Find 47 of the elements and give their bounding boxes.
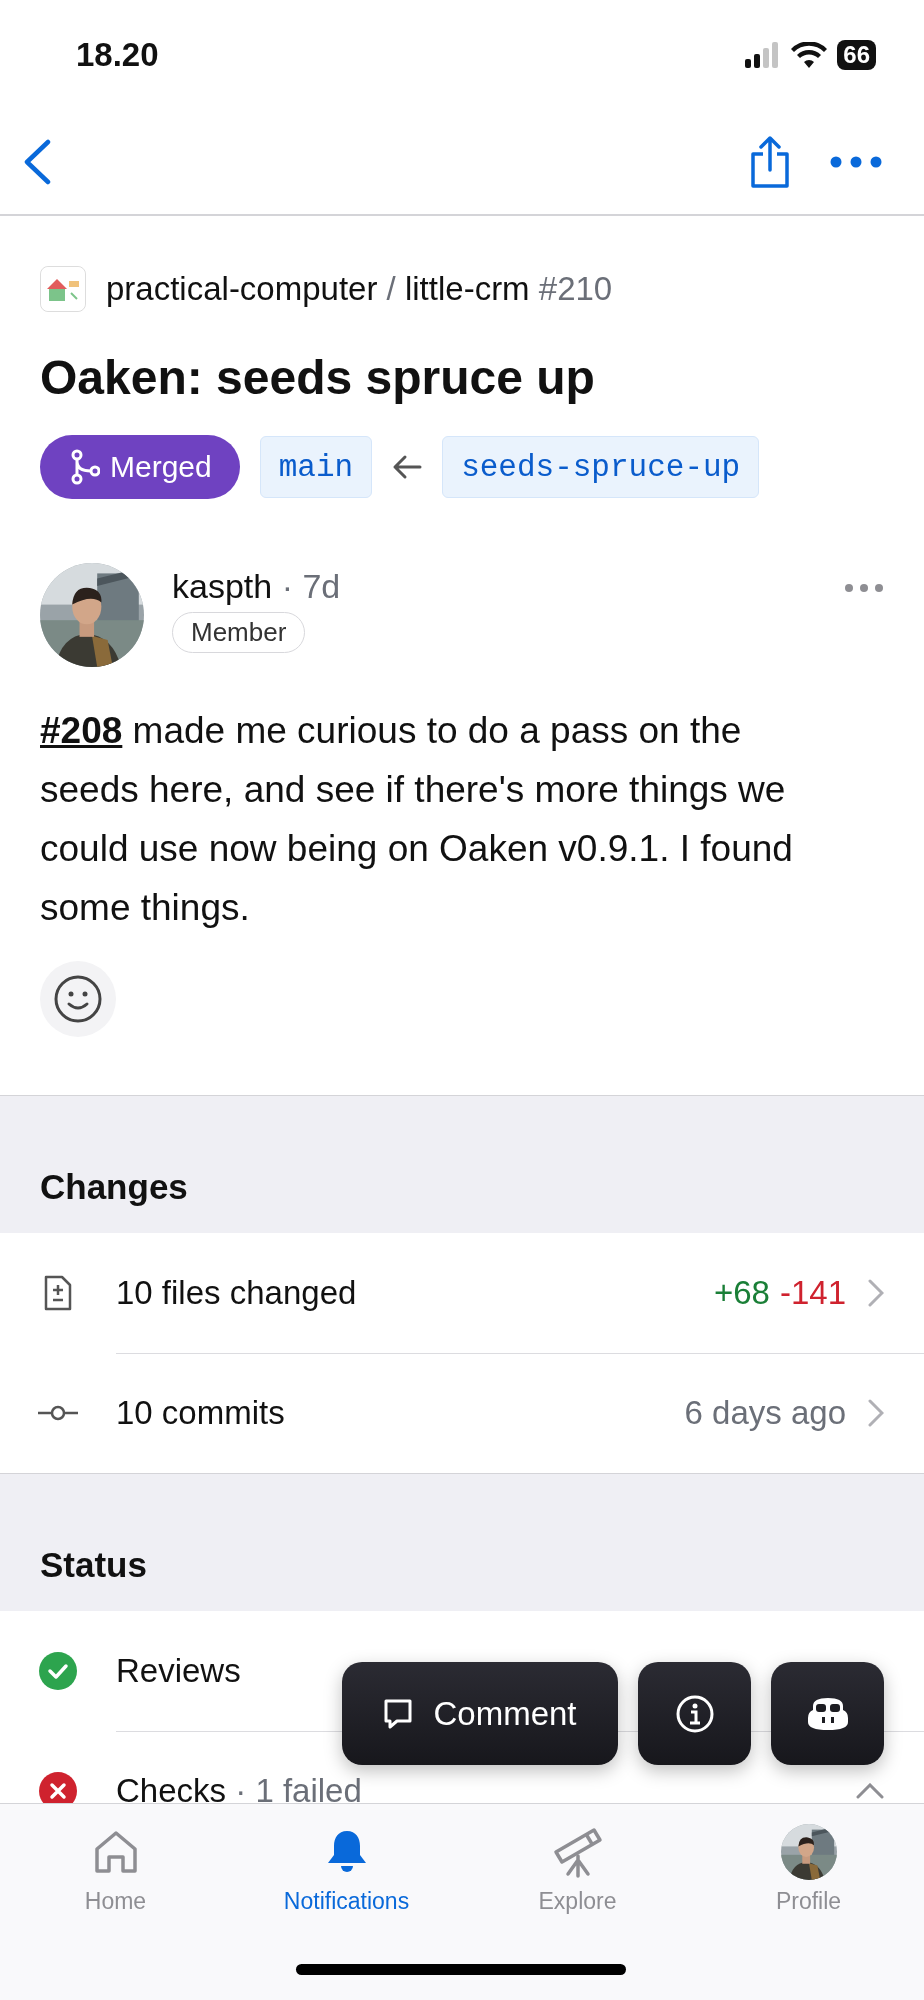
commit-time: 6 days ago [684,1394,846,1432]
post-age: 7d [302,567,341,605]
comment-button[interactable]: Comment [342,1662,618,1765]
wifi-icon [791,42,828,68]
house-logo-icon [40,266,86,312]
battery-level: 66 [837,40,876,70]
speech-bubble-icon [383,1697,414,1730]
back-icon[interactable] [22,139,52,185]
row-label[interactable]: Checks [116,1772,227,1803]
chevron-up-icon [856,1783,884,1799]
tab[interactable]: Notifications [231,1804,462,2000]
additions-count: +68 [713,1273,770,1312]
copilot-button[interactable] [771,1662,884,1765]
path-separator: / [385,270,397,308]
row-label[interactable]: 10 commits [116,1394,285,1432]
repo-owner[interactable]: practical-computer [106,270,378,308]
commit-icon [38,1403,78,1423]
pr-number: #210 [537,270,613,308]
issue-link[interactable]: #208 [40,710,123,751]
head-branch: seeds-spruce-up [442,436,760,498]
repo-name[interactable]: little-crm [404,270,530,308]
separator-dot: · [280,567,294,605]
more-icon[interactable] [844,583,884,593]
row-label[interactable]: Reviews [116,1651,241,1690]
pr-title: Oaken: seeds spruce up [40,350,596,405]
home-icon [92,1829,139,1875]
info-button[interactable] [638,1662,751,1765]
copilot-icon [806,1695,849,1732]
deletions-count: -141 [779,1273,846,1312]
more-icon[interactable] [830,156,882,168]
base-branch: main [259,436,373,498]
share-icon[interactable] [750,136,790,188]
chevron-right-icon [868,1278,884,1307]
check-circle-icon [39,1652,77,1690]
status-time: 18.20 [76,36,159,74]
section-header: Changes [0,1095,924,1233]
pr-description: #208 made me curious to do a pass on the seeds here, and see if there's more things we could use now being on Oaken v0.9.1. I found some things. [40,709,794,930]
chevron-right-icon [868,1399,884,1427]
left-arrow-icon [392,454,423,480]
info-icon [674,1693,715,1734]
failed-count: 1 failed [255,1772,362,1803]
section-header: Status [0,1473,924,1611]
file-diff-icon [43,1275,73,1311]
merged-badge: Merged [40,435,240,499]
separator-dot: · [234,1772,248,1803]
row-label[interactable]: 10 files changed [116,1273,357,1312]
author-name[interactable]: kaspth [172,567,273,605]
